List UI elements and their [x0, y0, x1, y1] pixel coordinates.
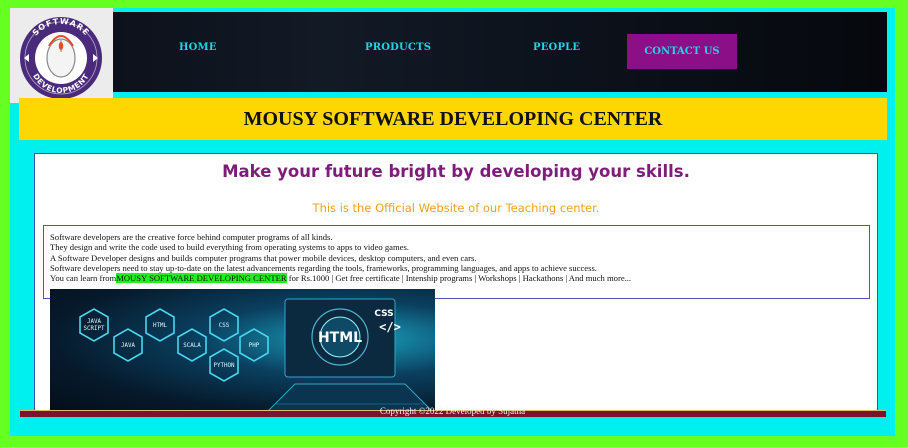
hex-label: CSS: [219, 323, 230, 329]
page-subheading: This is the Official Website of our Teac…: [312, 201, 600, 215]
hex-label: HTML: [153, 323, 167, 329]
header-bar: HOME PRODUCTS PEOPLE CONTACT US: [19, 12, 887, 92]
logo[interactable]: SOFTWARE DEVELOPMENT: [10, 8, 113, 103]
info-line: Software developers need to stay up-to-d…: [50, 262, 597, 273]
footer-copyright: Copyright ©2022 Developed by Sujatha: [379, 406, 526, 416]
page-frame: HOME PRODUCTS PEOPLE CONTACT US SOFTWARE…: [10, 8, 895, 436]
nav-contact-button[interactable]: CONTACT US: [627, 34, 737, 69]
hex-label: JAVA: [121, 343, 135, 349]
page-heading: Make your future bright by developing yo…: [222, 162, 690, 181]
info-line: Software developers are the creative for…: [50, 232, 333, 242]
hex-label: PHP: [249, 343, 260, 349]
site-title-banner: MOUSY SOFTWARE DEVELOPING CENTER: [19, 98, 887, 140]
hex-label: SCRIPT: [84, 326, 105, 332]
info-line: A Software Developer designs and builds …: [50, 252, 477, 263]
programming-languages-image: JAVA SCRIPT JAVA HTML SCALA CSS PHP PYTH…: [50, 289, 435, 414]
tech-illustration-icon: JAVA SCRIPT JAVA HTML SCALA CSS PHP PYTH…: [79, 298, 435, 414]
screen-html-text: HTML: [318, 330, 362, 346]
nav-products[interactable]: PRODUCTS: [365, 42, 431, 53]
mouse-logo-icon: SOFTWARE DEVELOPMENT: [20, 17, 102, 99]
info-line: They design and write the code used to b…: [50, 242, 409, 253]
screen-tag-text: </>: [379, 320, 401, 334]
hex-label: JAVA: [87, 319, 101, 325]
learn-line: You can learn fromMOUSY SOFTWARE DEVELOP…: [50, 273, 863, 284]
learn-suffix: for Rs.1000 | Get free certificate | Int…: [286, 273, 632, 284]
screen-css-text: CSS: [374, 309, 393, 319]
info-box: Software developers are the creative for…: [43, 225, 870, 299]
main-content: Make your future bright by developing yo…: [34, 153, 878, 415]
learn-prefix: You can learn from: [50, 273, 117, 284]
nav-home[interactable]: HOME: [179, 42, 217, 53]
page-border: HOME PRODUCTS PEOPLE CONTACT US SOFTWARE…: [0, 0, 908, 447]
hex-label: PYTHON: [214, 363, 235, 369]
nav-people[interactable]: PEOPLE: [533, 42, 580, 53]
learn-highlight: MOUSY SOFTWARE DEVELOPING CENTER: [116, 273, 287, 284]
hex-label: SCALA: [183, 343, 201, 349]
